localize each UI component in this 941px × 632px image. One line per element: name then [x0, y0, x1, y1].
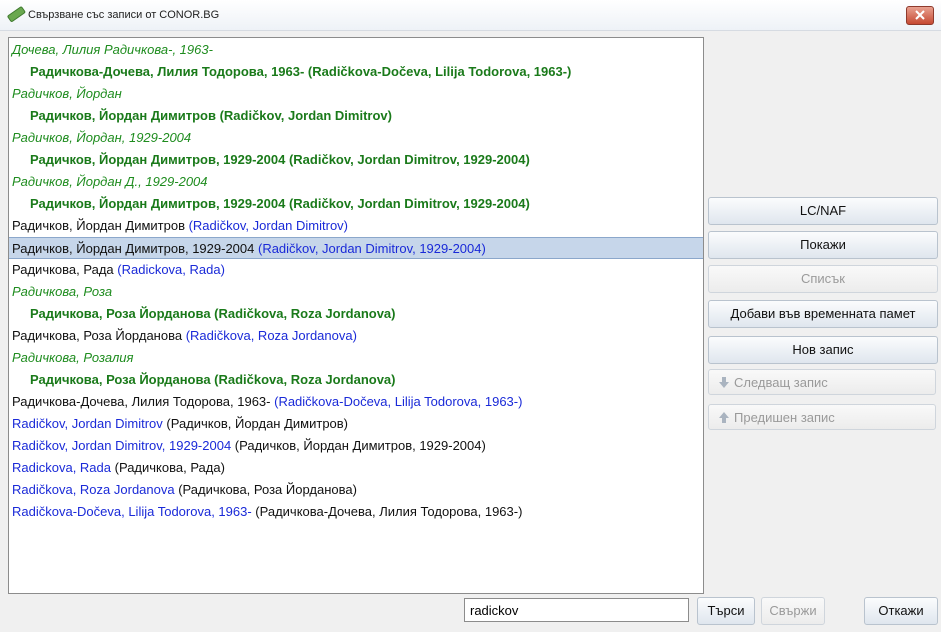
show-button[interactable]: Покажи — [708, 231, 938, 259]
list-item[interactable]: Радичкова-Дочева, Лилия Тодорова, 1963- … — [9, 391, 703, 413]
authorized-heading-text: Радичков, Йордан Димитров, 1929-2004 (Ra… — [30, 152, 530, 167]
cancel-button[interactable]: Откажи — [864, 597, 938, 625]
authorized-heading-text: Радичков, Йордан Димитров (Radičkov, Jor… — [30, 108, 392, 123]
list-item[interactable]: Радичкова, Розалия — [9, 347, 703, 369]
transliteration-text: (Radičkova-Dočeva, Lilija Todorova, 1963… — [274, 394, 523, 409]
close-icon — [915, 10, 925, 20]
heading-text: Radičkov, Jordan Dimitrov, 1929-2004 — [12, 438, 235, 453]
search-input[interactable] — [464, 598, 689, 622]
transliteration-text: (Radickova, Rada) — [117, 262, 225, 277]
heading-text: Radičkova-Dočeva, Lilija Todorova, 1963- — [12, 504, 256, 519]
list-item[interactable]: Radičkov, Jordan Dimitrov (Радичков, Йор… — [9, 413, 703, 435]
transliteration-text: (Radičkov, Jordan Dimitrov) — [188, 218, 349, 233]
transliteration-text: (Радичкова, Роза Йорданова) — [178, 482, 357, 497]
transliteration-text: (Radičkova, Roza Jordanova) — [185, 328, 357, 343]
lcnaf-button[interactable]: LC/NAF — [708, 197, 938, 225]
search-button[interactable]: Търси — [697, 597, 755, 625]
window-title: Свързване със записи от CONOR.BG — [28, 9, 220, 21]
list-item[interactable]: Radickova, Rada (Радичкова, Рада) — [9, 457, 703, 479]
list-item[interactable]: Radičkova, Roza Jordanova (Радичкова, Ро… — [9, 479, 703, 501]
list-item[interactable]: Radičkov, Jordan Dimitrov, 1929-2004 (Ра… — [9, 435, 703, 457]
list-item[interactable]: Радичкова, Роза Йорданова (Radičkova, Ro… — [9, 369, 703, 391]
previous-record-button[interactable]: Предишен запис — [708, 404, 936, 430]
heading-text: Радичкова, Роза Йорданова — [12, 328, 186, 343]
heading-text: Радичкова-Дочева, Лилия Тодорова, 1963- — [12, 394, 275, 409]
close-button[interactable] — [906, 6, 934, 25]
list-item[interactable]: Радичков, Йордан Димитров, 1929-2004 (Ra… — [9, 193, 703, 215]
title-bar: Свързване със записи от CONOR.BG — [0, 0, 941, 31]
transliteration-text: (Радичкова, Рада) — [114, 460, 225, 475]
list-item[interactable]: Radičkova-Dočeva, Lilija Todorova, 1963-… — [9, 501, 703, 523]
arrow-down-icon — [719, 377, 729, 388]
authorized-heading-text: Радичкова-Дочева, Лилия Тодорова, 1963- … — [30, 64, 572, 79]
alternate-heading-text: Дочева, Лилия Радичкова-, 1963- — [12, 42, 213, 57]
list-item[interactable]: Радичкова-Дочева, Лилия Тодорова, 1963- … — [9, 61, 703, 83]
list-item[interactable]: Радичков, Йордан Д., 1929-2004 — [9, 171, 703, 193]
list-item[interactable]: Радичков, Йордан Димитров (Radičkov, Jor… — [9, 105, 703, 127]
list-item[interactable]: Радичкова, Роза Йорданова (Radičkova, Ro… — [9, 325, 703, 347]
list-item[interactable]: Радичков, Йордан Димитров, 1929-2004 (Ra… — [9, 149, 703, 171]
transliteration-text: (Радичков, Йордан Димитров) — [166, 416, 349, 431]
authorized-heading-text: Радичков, Йордан Димитров, 1929-2004 (Ra… — [30, 196, 530, 211]
list-item[interactable]: Радичкова, Роза — [9, 281, 703, 303]
arrow-up-icon — [719, 412, 729, 423]
heading-text: Радичков, Йордан Димитров, 1929-2004 — [12, 241, 258, 256]
list-item[interactable]: Радичков, Йордан Димитров (Radičkov, Jor… — [9, 215, 703, 237]
list-item-selected[interactable]: Радичков, Йордан Димитров, 1929-2004 (Ra… — [9, 237, 703, 259]
list-item[interactable]: Радичков, Йордан, 1929-2004 — [9, 127, 703, 149]
transliteration-text: (Radičkov, Jordan Dimitrov, 1929-2004) — [257, 241, 486, 256]
previous-record-label: Предишен запис — [734, 410, 835, 425]
transliteration-text: (Радичкова-Дочева, Лилия Тодорова, 1963-… — [255, 504, 523, 519]
transliteration-text: (Радичков, Йордан Димитров, 1929-2004) — [234, 438, 486, 453]
next-record-button[interactable]: Следващ запис — [708, 369, 936, 395]
add-to-temp-memory-button[interactable]: Добави във временната памет — [708, 300, 938, 328]
heading-text: Радичков, Йордан Димитров — [12, 218, 189, 233]
new-record-button[interactable]: Нов запис — [708, 336, 938, 364]
list-item[interactable]: Радичкова, Рада (Radickova, Rada) — [9, 259, 703, 281]
app-pencil-icon — [6, 5, 27, 23]
results-list[interactable]: Дочева, Лилия Радичкова-, 1963- Радичкова… — [8, 37, 704, 594]
heading-text: Радичкова, Рада — [12, 262, 118, 277]
alternate-heading-text: Радичкова, Розалия — [12, 350, 134, 365]
list-item[interactable]: Радичкова, Роза Йорданова (Radičkova, Ro… — [9, 303, 703, 325]
list-item[interactable]: Радичков, Йордан — [9, 83, 703, 105]
alternate-heading-text: Радичков, Йордан Д., 1929-2004 — [12, 174, 208, 189]
list-button[interactable]: Списък — [708, 265, 938, 293]
heading-text: Radičkova, Roza Jordanova — [12, 482, 179, 497]
heading-text: Radičkov, Jordan Dimitrov — [12, 416, 167, 431]
dialog-window: Свързване със записи от CONOR.BG Дочева,… — [0, 0, 941, 632]
authorized-heading-text: Радичкова, Роза Йорданова (Radičkova, Ro… — [30, 306, 396, 321]
link-button[interactable]: Свържи — [761, 597, 825, 625]
alternate-heading-text: Радичков, Йордан — [12, 86, 122, 101]
alternate-heading-text: Радичкова, Роза — [12, 284, 113, 299]
next-record-label: Следващ запис — [734, 375, 828, 390]
list-item[interactable]: Дочева, Лилия Радичкова-, 1963- — [9, 39, 703, 61]
authorized-heading-text: Радичкова, Роза Йорданова (Radičkova, Ro… — [30, 372, 396, 387]
alternate-heading-text: Радичков, Йордан, 1929-2004 — [12, 130, 192, 145]
heading-text: Radickova, Rada — [12, 460, 115, 475]
